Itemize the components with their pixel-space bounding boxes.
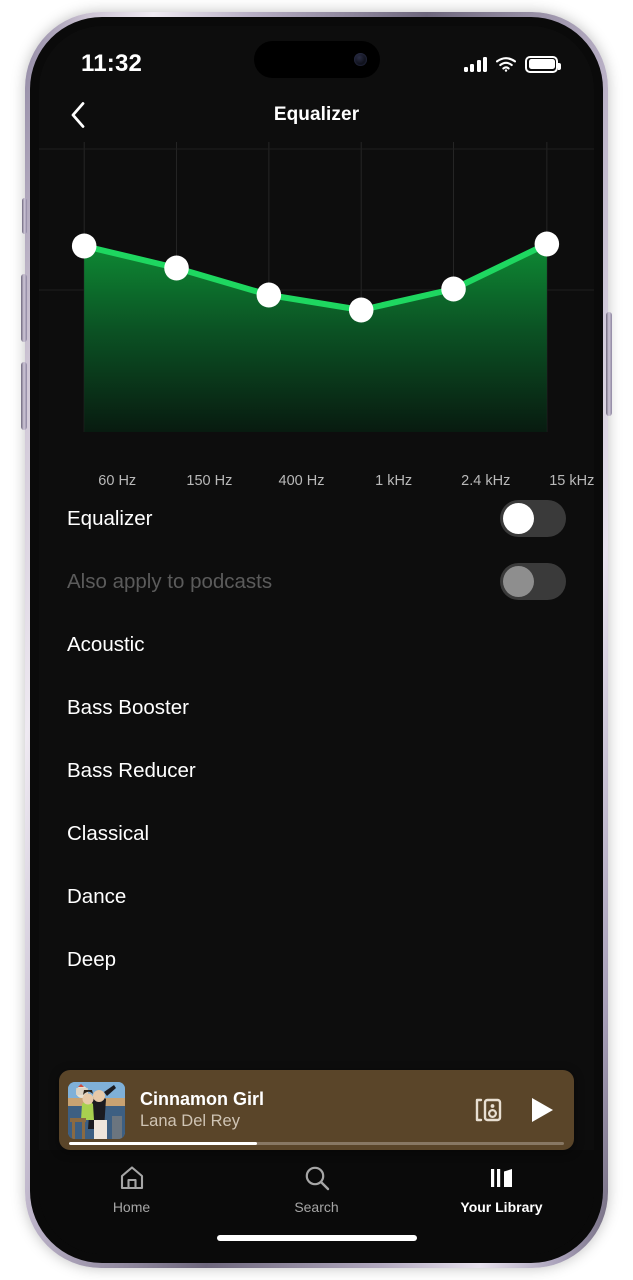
preset-label: Dance	[67, 884, 127, 908]
preset-item-dance[interactable]: Dance	[39, 865, 594, 928]
tab-search[interactable]: Search	[257, 1164, 377, 1215]
tab-home-label: Home	[112, 1199, 151, 1215]
silence-switch[interactable]	[22, 198, 27, 234]
preset-label: Bass Booster	[67, 695, 189, 719]
band-handle-150hz[interactable]	[164, 255, 189, 281]
cellular-signal-icon	[463, 56, 487, 72]
album-art-image	[68, 1081, 125, 1139]
status-clock: 11:32	[81, 50, 143, 77]
preset-item-acoustic[interactable]: Acoustic	[39, 613, 594, 676]
now-playing-meta: Cinnamon Girl Lana Del Rey	[140, 1089, 473, 1131]
battery-fill	[528, 59, 555, 69]
tab-your-library[interactable]: Your Library	[442, 1164, 562, 1215]
band-handle-2_4khz[interactable]	[441, 276, 466, 302]
now-playing-bar[interactable]: Cinnamon Girl Lana Del Rey	[59, 1070, 574, 1150]
row-podcasts-toggle[interactable]: Also apply to podcasts	[39, 550, 594, 613]
equalizer-chart[interactable]: 60 Hz 150 Hz 400 Hz 1 kHz 2.4 kHz 15 kHz	[39, 142, 594, 489]
dynamic-island	[253, 41, 380, 78]
device-wrapper: Equalizer 60 Hz 150 Hz 400 Hz 1 kHz 2.4 …	[0, 0, 633, 1280]
play-icon[interactable]	[529, 1095, 556, 1125]
spotify-connect-speaker-icon[interactable]	[473, 1095, 503, 1125]
preset-item-classical[interactable]: Classical	[39, 802, 594, 865]
playback-progress-fill	[69, 1141, 258, 1145]
home-indicator[interactable]	[216, 1235, 417, 1241]
preset-item-bass-booster[interactable]: Bass Booster	[39, 676, 594, 739]
volume-up-button[interactable]	[21, 274, 27, 342]
band-handle-400hz[interactable]	[256, 282, 282, 308]
equalizer-toggle-switch[interactable]	[500, 500, 566, 537]
equalizer-curve-svg	[39, 142, 594, 432]
tab-home[interactable]: Home	[72, 1164, 192, 1215]
library-icon	[490, 1169, 512, 1187]
navigation-bar: Equalizer	[39, 88, 594, 142]
track-title: Cinnamon Girl	[140, 1089, 265, 1109]
wifi-icon	[496, 56, 516, 72]
spotify-equalizer-screen: Equalizer 60 Hz 150 Hz 400 Hz 1 kHz 2.4 …	[39, 26, 594, 1254]
preset-item-bass-reducer[interactable]: Bass Reducer	[39, 739, 594, 802]
preset-label: Bass Reducer	[67, 758, 196, 782]
preset-item-deep[interactable]: Deep	[39, 928, 594, 991]
search-icon	[305, 1166, 329, 1191]
track-artist: Lana Del Rey	[140, 1112, 240, 1130]
preset-label: Deep	[67, 947, 117, 971]
chart-area-fill	[84, 244, 547, 432]
power-button[interactable]	[606, 312, 612, 416]
phone-frame: Equalizer 60 Hz 150 Hz 400 Hz 1 kHz 2.4 …	[21, 12, 612, 1268]
page-title: Equalizer	[273, 104, 360, 125]
podcasts-toggle-knob	[503, 566, 534, 597]
equalizer-toggle-knob	[503, 503, 534, 534]
album-artwork[interactable]	[68, 1081, 125, 1139]
podcasts-toggle-label: Also apply to podcasts	[67, 569, 273, 593]
battery-icon: 97	[525, 55, 561, 73]
device-bezel: Equalizer 60 Hz 150 Hz 400 Hz 1 kHz 2.4 …	[30, 17, 603, 1263]
chevron-left-icon	[71, 102, 85, 128]
volume-down-button[interactable]	[21, 362, 27, 430]
preset-label: Classical	[67, 821, 150, 845]
status-icons: 97	[463, 55, 561, 73]
preset-label: Acoustic	[67, 632, 145, 656]
back-button[interactable]	[61, 98, 95, 132]
now-playing-actions	[473, 1095, 560, 1125]
front-camera-icon	[353, 53, 367, 66]
tab-search-label: Search	[294, 1199, 339, 1215]
band-handle-60hz[interactable]	[71, 233, 97, 259]
tab-library-label: Your Library	[460, 1199, 543, 1215]
phone-screen: Equalizer 60 Hz 150 Hz 400 Hz 1 kHz 2.4 …	[39, 26, 594, 1254]
podcasts-toggle-switch[interactable]	[500, 563, 566, 600]
band-handle-15khz[interactable]	[534, 231, 560, 257]
equalizer-toggle-label: Equalizer	[67, 506, 153, 530]
playback-progress-bar[interactable]	[69, 1141, 564, 1145]
band-handle-1khz[interactable]	[348, 297, 374, 323]
home-icon	[120, 1166, 143, 1190]
row-equalizer-toggle[interactable]: Equalizer	[39, 487, 594, 550]
